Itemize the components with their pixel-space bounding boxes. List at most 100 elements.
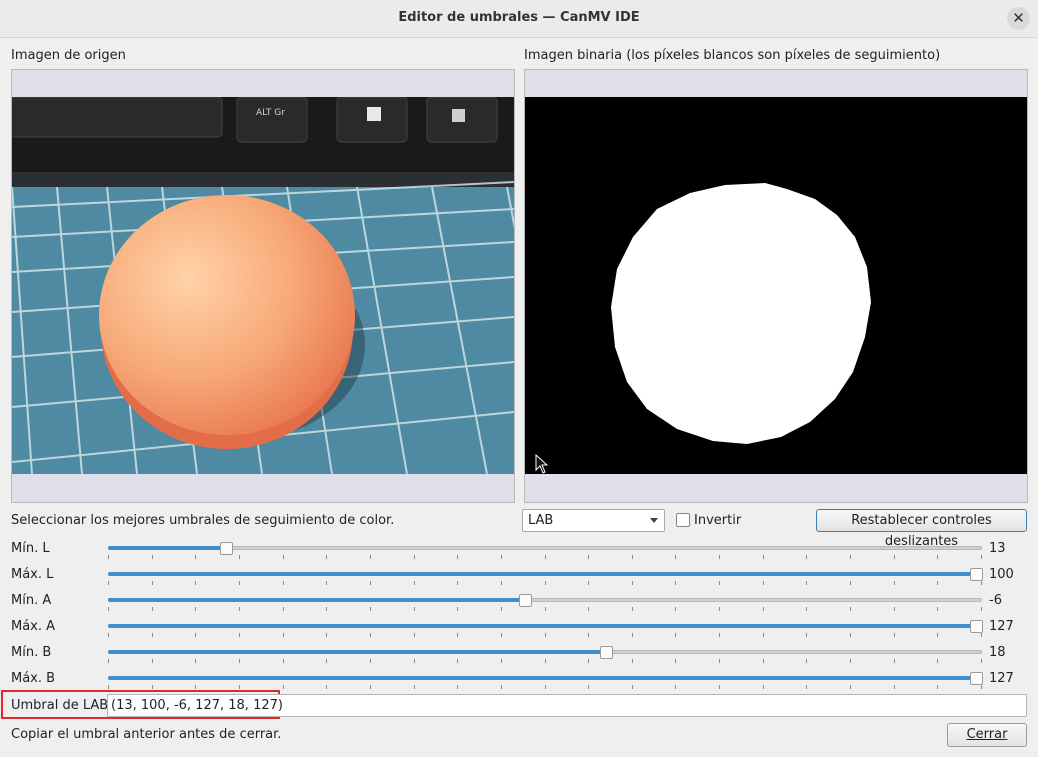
- slider-tick: [545, 659, 546, 663]
- slider-tick: [937, 659, 938, 663]
- slider-ticks: [108, 555, 982, 560]
- slider-tick: [152, 581, 153, 585]
- slider-tick: [981, 607, 982, 611]
- slider-tick: [239, 633, 240, 637]
- colorspace-value: LAB: [528, 513, 554, 528]
- slider-tick: [501, 633, 502, 637]
- slider-tick: [719, 659, 720, 663]
- slider-tick: [370, 659, 371, 663]
- slider-tick: [326, 607, 327, 611]
- slider-tick: [850, 685, 851, 689]
- slider-tick: [326, 659, 327, 663]
- slider-tick: [937, 555, 938, 559]
- slider-tick: [850, 607, 851, 611]
- slider-tick: [806, 581, 807, 585]
- slider-tick: [283, 607, 284, 611]
- slider-tick: [850, 659, 851, 663]
- close-button[interactable]: Cerrar: [947, 723, 1027, 747]
- slider-track: [108, 546, 982, 550]
- slider-tick: [937, 607, 938, 611]
- slider-handle[interactable]: [970, 672, 983, 685]
- slider-tick: [545, 555, 546, 559]
- slider-tick: [545, 685, 546, 689]
- slider-fill: [108, 572, 976, 576]
- slider-tick: [195, 685, 196, 689]
- reset-sliders-button[interactable]: Restablecer controles deslizantes: [816, 509, 1027, 549]
- slider-tick: [501, 659, 502, 663]
- footer-hint: Copiar el umbral anterior antes de cerra…: [11, 727, 282, 742]
- threshold-slider[interactable]: [108, 594, 982, 611]
- slider-label: Mín. B: [11, 645, 52, 660]
- slider-ticks: [108, 633, 982, 638]
- slider-tick: [108, 633, 109, 637]
- slider-tick: [195, 581, 196, 585]
- slider-tick: [763, 659, 764, 663]
- slider-handle[interactable]: [970, 620, 983, 633]
- slider-tick: [108, 685, 109, 689]
- slider-tick: [239, 607, 240, 611]
- slider-tick: [195, 659, 196, 663]
- slider-tick: [326, 581, 327, 585]
- slider-tick: [370, 685, 371, 689]
- slider-tick: [370, 581, 371, 585]
- binary-image-frame: [524, 69, 1028, 503]
- mouse-cursor-icon: [535, 454, 549, 474]
- slider-tick: [763, 581, 764, 585]
- slider-value: 127: [989, 619, 1014, 634]
- source-image-label: Imagen de origen: [11, 48, 126, 63]
- slider-tick: [894, 685, 895, 689]
- slider-label: Máx. B: [11, 671, 56, 686]
- slider-label: Máx. A: [11, 619, 56, 634]
- slider-tick: [152, 685, 153, 689]
- invert-label: Invertir: [694, 513, 742, 528]
- slider-tick: [457, 685, 458, 689]
- slider-tick: [239, 555, 240, 559]
- slider-tick: [806, 607, 807, 611]
- slider-tick: [326, 633, 327, 637]
- slider-tick: [326, 555, 327, 559]
- slider-tick: [675, 685, 676, 689]
- source-image-frame: ALT Gr: [11, 69, 515, 503]
- slider-tick: [763, 607, 764, 611]
- slider-handle[interactable]: [519, 594, 532, 607]
- slider-tick: [632, 607, 633, 611]
- slider-fill: [108, 650, 604, 654]
- slider-tick: [981, 633, 982, 637]
- colorspace-dropdown[interactable]: LAB: [522, 509, 665, 532]
- slider-tick: [457, 659, 458, 663]
- slider-tick: [414, 555, 415, 559]
- slider-tick: [588, 581, 589, 585]
- close-button-label: Cerrar: [966, 727, 1008, 742]
- slider-tick: [894, 555, 895, 559]
- slider-tick: [501, 685, 502, 689]
- threshold-slider[interactable]: [108, 542, 982, 559]
- slider-tick: [675, 555, 676, 559]
- slider-handle[interactable]: [220, 542, 233, 555]
- close-icon[interactable]: ✕: [1007, 7, 1030, 30]
- slider-handle[interactable]: [970, 568, 983, 581]
- slider-tick: [239, 581, 240, 585]
- slider-tick: [108, 607, 109, 611]
- threshold-slider[interactable]: [108, 568, 983, 585]
- slider-tick: [937, 581, 938, 585]
- slider-fill: [108, 624, 976, 628]
- slider-value: 100: [989, 567, 1014, 582]
- slider-tick: [981, 659, 982, 663]
- slider-tick: [283, 581, 284, 585]
- slider-handle[interactable]: [600, 646, 613, 659]
- threshold-slider[interactable]: [108, 646, 982, 663]
- window-title: Editor de umbrales — CanMV IDE: [398, 10, 640, 25]
- slider-tick: [414, 633, 415, 637]
- slider-tick: [414, 607, 415, 611]
- slider-tick: [894, 659, 895, 663]
- threshold-slider[interactable]: [108, 620, 983, 637]
- slider-tick: [457, 581, 458, 585]
- title-bar: Editor de umbrales — CanMV IDE ✕: [0, 0, 1038, 38]
- slider-tick: [152, 555, 153, 559]
- threshold-slider[interactable]: [108, 672, 983, 689]
- slider-tick: [457, 607, 458, 611]
- invert-checkbox[interactable]: [676, 513, 690, 527]
- slider-tick: [283, 685, 284, 689]
- slider-fill: [108, 546, 221, 550]
- threshold-field[interactable]: (13, 100, -6, 127, 18, 127): [107, 694, 1027, 717]
